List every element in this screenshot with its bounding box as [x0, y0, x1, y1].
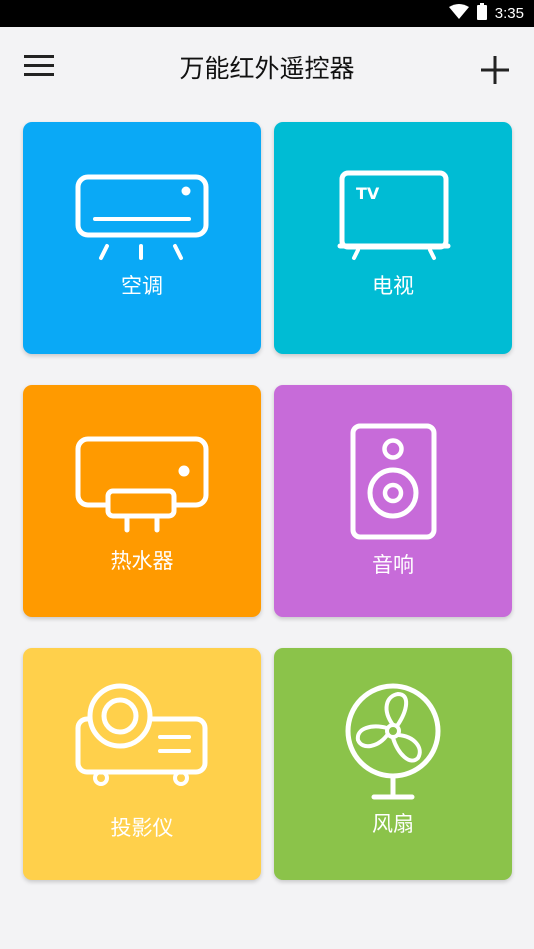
device-label: 风扇 [372, 812, 414, 836]
device-label: 音响 [372, 553, 414, 577]
battery-icon [476, 3, 487, 24]
app-bar: 万能红外遥控器 [0, 27, 534, 115]
water-heater-icon [75, 436, 209, 533]
add-device-button[interactable] [474, 51, 516, 93]
device-tile-projector[interactable]: 投影仪 [23, 648, 261, 880]
wifi-icon [448, 3, 469, 24]
device-tile-tv[interactable]: TV 电视 [274, 122, 512, 354]
device-label: 空调 [121, 274, 163, 298]
device-label: 投影仪 [110, 816, 174, 840]
status-bar: 3:35 [0, 0, 534, 27]
device-tile-speaker[interactable]: 音响 [274, 385, 512, 617]
tv-icon: TV [337, 170, 451, 260]
page-title: 万能红外遥控器 [179, 54, 355, 83]
projector-icon [75, 683, 208, 786]
air-conditioner-icon [75, 174, 209, 260]
speaker-icon [350, 423, 437, 540]
device-tile-air-conditioner[interactable]: 空调 [23, 122, 261, 354]
svg-text:TV: TV [356, 184, 380, 203]
device-tile-water-heater[interactable]: 热水器 [23, 385, 261, 617]
device-label: 电视 [372, 274, 414, 298]
plus-icon [481, 56, 509, 88]
fan-icon [345, 683, 441, 800]
device-tile-fan[interactable]: 风扇 [274, 648, 512, 880]
device-label: 热水器 [110, 549, 174, 573]
status-time: 3:35 [494, 5, 524, 22]
status-icons: 3:35 [448, 3, 524, 24]
